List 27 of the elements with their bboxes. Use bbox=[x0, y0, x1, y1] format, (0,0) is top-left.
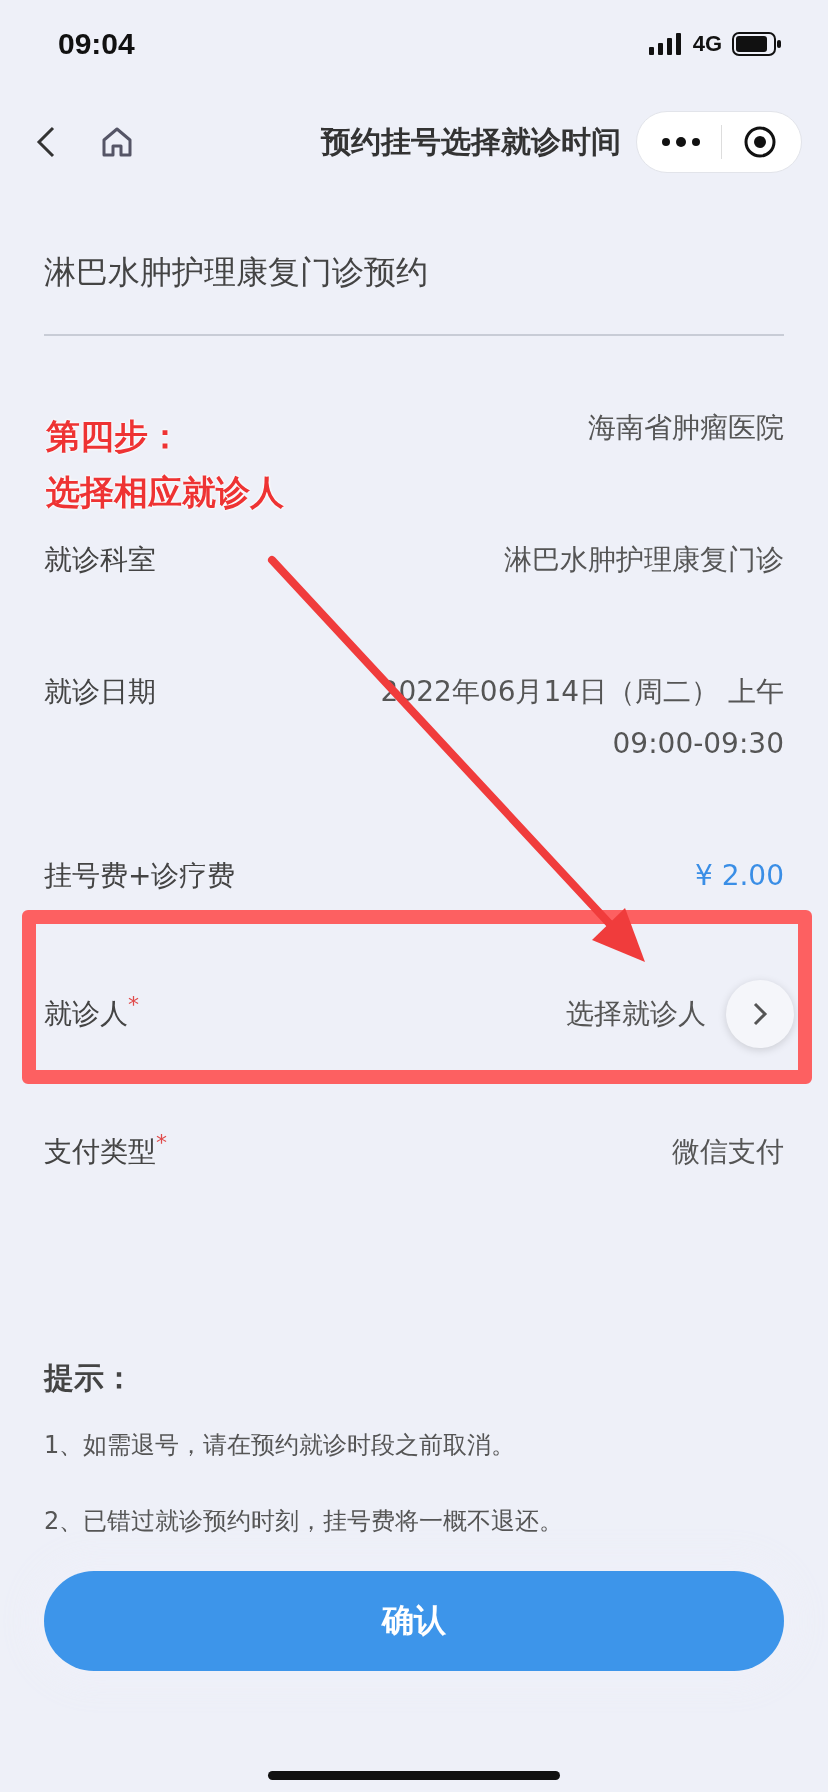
more-icon[interactable] bbox=[661, 137, 702, 147]
select-placeholder[interactable]: 选择就诊人 bbox=[566, 988, 706, 1040]
annotation-text: 选择相应就诊人 bbox=[46, 471, 284, 514]
field-value: 淋巴水肿护理康复门诊 bbox=[504, 542, 784, 578]
status-time: 09:04 bbox=[58, 27, 135, 61]
clinic-title: 淋巴水肿护理康复门诊预约 bbox=[44, 252, 429, 293]
tips-title: 提示： bbox=[44, 1359, 135, 1397]
field-label: 支付类型* bbox=[44, 1129, 167, 1170]
battery-icon bbox=[732, 32, 782, 56]
field-value: 09:00-09:30 bbox=[612, 726, 784, 762]
tip-text: 2、已错过就诊预约时刻，挂号费将一概不退还。 bbox=[44, 1506, 565, 1537]
field-value: 微信支付 bbox=[672, 1134, 784, 1170]
home-icon[interactable] bbox=[100, 125, 134, 159]
back-icon[interactable] bbox=[36, 126, 56, 158]
signal-icon bbox=[648, 33, 683, 55]
field-label: 挂号费+诊疗费 bbox=[44, 858, 236, 894]
page-title: 预约挂号选择就诊时间 bbox=[321, 122, 621, 161]
chevron-right-icon bbox=[752, 1001, 768, 1027]
field-label: 就诊人* bbox=[44, 991, 139, 1032]
field-value: 海南省肿瘤医院 bbox=[588, 410, 784, 446]
network-label: 4G bbox=[692, 31, 722, 57]
annotation-text: 第四步： bbox=[46, 415, 183, 458]
tip-text: 1、如需退号，请在预约就诊时段之前取消。 bbox=[44, 1430, 517, 1461]
field-label: 就诊科室 bbox=[44, 542, 156, 578]
close-target-icon[interactable] bbox=[742, 125, 777, 159]
field-value: ¥ 2.00 bbox=[694, 858, 784, 894]
field-label: 就诊日期 bbox=[44, 674, 156, 710]
